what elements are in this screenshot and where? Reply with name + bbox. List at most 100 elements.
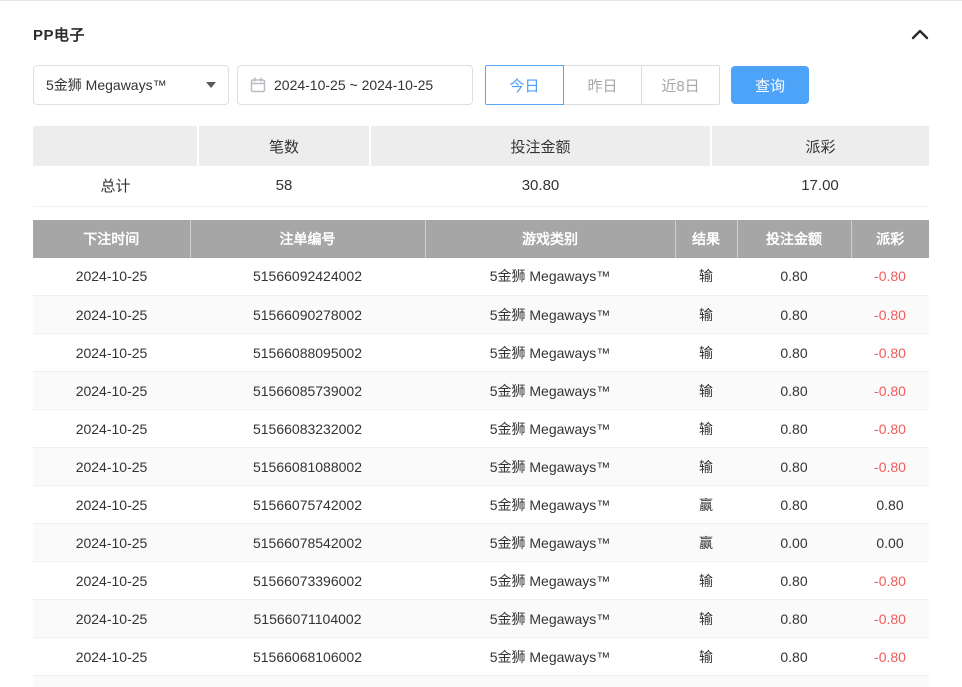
cell-game-category: 5金狮 Megaways™ (425, 600, 675, 638)
cell-result: 输 (675, 334, 737, 372)
col-header-bet-amount: 投注金额 (737, 220, 851, 258)
cell-payout: -0.80 (851, 638, 929, 676)
date-range-input[interactable]: 2024-10-25 ~ 2024-10-25 (237, 65, 473, 105)
cell-order-id: 51566068106002 (190, 638, 425, 676)
cell-game-category: 5金狮 Megaways™ (425, 410, 675, 448)
col-header-bet-time: 下注时间 (33, 220, 190, 258)
cell-order-id: 51566085739002 (190, 372, 425, 410)
table-row: 2024-10-25 51566065809002 5金狮 Megaways™ … (33, 676, 929, 687)
summary-payout-value: 17.00 (711, 166, 929, 206)
col-header-result: 结果 (675, 220, 737, 258)
cell-game-category: 5金狮 Megaways™ (425, 486, 675, 524)
cell-game-category: 5金狮 Megaways™ (425, 296, 675, 334)
cell-bet-amount: 0.80 (737, 486, 851, 524)
col-header-game-category: 游戏类别 (425, 220, 675, 258)
table-row: 2024-10-25 51566078542002 5金狮 Megaways™ … (33, 524, 929, 562)
table-row: 2024-10-25 51566081088002 5金狮 Megaways™ … (33, 448, 929, 486)
cell-bet-time: 2024-10-25 (33, 524, 190, 562)
cell-bet-amount: 0.80 (737, 296, 851, 334)
quick-date-button-group: 今日 昨日 近8日 (485, 65, 720, 105)
summary-total-row: 总计 58 30.80 17.00 (33, 166, 929, 206)
filter-bar: 5金狮 Megaways™ 2024-10-25 ~ 2024-10-25 今日… (33, 65, 929, 105)
cell-payout: -0.80 (851, 562, 929, 600)
cell-bet-time: 2024-10-25 (33, 486, 190, 524)
cell-bet-time: 2024-10-25 (33, 334, 190, 372)
cell-result: 赢 (675, 486, 737, 524)
cell-bet-amount: 0.80 (737, 676, 851, 687)
cell-payout: 0.80 (851, 486, 929, 524)
cell-bet-time: 2024-10-25 (33, 448, 190, 486)
cell-bet-time: 2024-10-25 (33, 410, 190, 448)
query-button[interactable]: 查询 (731, 66, 809, 104)
cell-game-category: 5金狮 Megaways™ (425, 562, 675, 600)
cell-result: 输 (675, 676, 737, 687)
today-button[interactable]: 今日 (485, 65, 564, 105)
cell-order-id: 51566090278002 (190, 296, 425, 334)
cell-bet-amount: 0.80 (737, 638, 851, 676)
bet-table-header-row: 下注时间 注单编号 游戏类别 结果 投注金额 派彩 (33, 220, 929, 258)
summary-header-payout: 派彩 (711, 126, 929, 166)
panel-header: PP电子 (33, 1, 929, 65)
cell-bet-amount: 0.80 (737, 448, 851, 486)
cell-result: 输 (675, 562, 737, 600)
summary-bet-amount-value: 30.80 (370, 166, 711, 206)
bet-table-body: 2024-10-25 51566092424002 5金狮 Megaways™ … (33, 258, 929, 687)
cell-payout: -0.80 (851, 258, 929, 296)
summary-table: 笔数 投注金额 派彩 总计 58 30.80 17.00 (33, 126, 929, 207)
cell-payout: 0.00 (851, 524, 929, 562)
cell-bet-amount: 0.00 (737, 524, 851, 562)
cell-result: 输 (675, 638, 737, 676)
last-8-days-button[interactable]: 近8日 (641, 65, 720, 105)
chevron-down-icon (206, 82, 216, 88)
table-row: 2024-10-25 51566092424002 5金狮 Megaways™ … (33, 258, 929, 296)
table-row: 2024-10-25 51566088095002 5金狮 Megaways™ … (33, 334, 929, 372)
cell-bet-amount: 0.80 (737, 410, 851, 448)
table-row: 2024-10-25 51566075742002 5金狮 Megaways™ … (33, 486, 929, 524)
cell-result: 输 (675, 372, 737, 410)
table-row: 2024-10-25 51566090278002 5金狮 Megaways™ … (33, 296, 929, 334)
cell-bet-time: 2024-10-25 (33, 562, 190, 600)
cell-game-category: 5金狮 Megaways™ (425, 448, 675, 486)
game-select[interactable]: 5金狮 Megaways™ (33, 65, 229, 105)
cell-bet-time: 2024-10-25 (33, 372, 190, 410)
cell-order-id: 51566078542002 (190, 524, 425, 562)
calendar-icon (250, 77, 266, 93)
table-row: 2024-10-25 51566083232002 5金狮 Megaways™ … (33, 410, 929, 448)
collapse-panel-button[interactable] (911, 29, 929, 41)
cell-order-id: 51566088095002 (190, 334, 425, 372)
cell-payout: -0.80 (851, 372, 929, 410)
cell-game-category: 5金狮 Megaways™ (425, 334, 675, 372)
cell-order-id: 51566065809002 (190, 676, 425, 687)
summary-header-row: 笔数 投注金额 派彩 (33, 126, 929, 166)
table-row: 2024-10-25 51566085739002 5金狮 Megaways™ … (33, 372, 929, 410)
chevron-up-icon (911, 29, 929, 41)
cell-result: 赢 (675, 524, 737, 562)
date-range-value: 2024-10-25 ~ 2024-10-25 (274, 77, 433, 93)
cell-game-category: 5金狮 Megaways™ (425, 258, 675, 296)
page-title: PP电子 (33, 24, 85, 45)
cell-order-id: 51566075742002 (190, 486, 425, 524)
game-select-value: 5金狮 Megaways™ (46, 75, 167, 95)
cell-game-category: 5金狮 Megaways™ (425, 524, 675, 562)
cell-payout: -0.80 (851, 600, 929, 638)
cell-result: 输 (675, 296, 737, 334)
table-row: 2024-10-25 51566073396002 5金狮 Megaways™ … (33, 562, 929, 600)
table-row: 2024-10-25 51566071104002 5金狮 Megaways™ … (33, 600, 929, 638)
cell-result: 输 (675, 410, 737, 448)
cell-order-id: 51566092424002 (190, 258, 425, 296)
cell-order-id: 51566083232002 (190, 410, 425, 448)
yesterday-button[interactable]: 昨日 (563, 65, 642, 105)
col-header-order-id: 注单编号 (190, 220, 425, 258)
cell-order-id: 51566073396002 (190, 562, 425, 600)
cell-bet-amount: 0.80 (737, 562, 851, 600)
cell-game-category: 5金狮 Megaways™ (425, 638, 675, 676)
pp-games-panel: PP电子 5金狮 Megaways™ 2024-10-2 (0, 1, 962, 687)
summary-total-label: 总计 (33, 166, 198, 206)
cell-order-id: 51566071104002 (190, 600, 425, 638)
cell-payout: -0.80 (851, 334, 929, 372)
cell-bet-amount: 0.80 (737, 334, 851, 372)
col-header-payout: 派彩 (851, 220, 929, 258)
cell-bet-amount: 0.80 (737, 258, 851, 296)
cell-bet-time: 2024-10-25 (33, 600, 190, 638)
cell-bet-time: 2024-10-25 (33, 258, 190, 296)
